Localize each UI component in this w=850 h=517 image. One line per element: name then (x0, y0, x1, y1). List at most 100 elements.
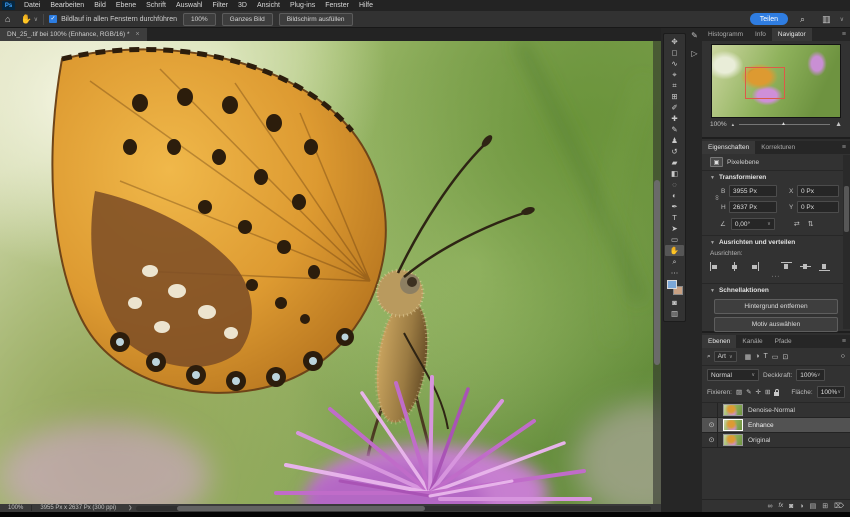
status-zoom-field[interactable]: 100% (0, 505, 32, 511)
tab-info[interactable]: Info (749, 28, 772, 41)
fill-field[interactable]: 100% ∨ (817, 386, 845, 398)
menu-plugins[interactable]: Plug-ins (285, 2, 320, 9)
fit-on-screen-button[interactable]: Ganzes Bild (222, 13, 273, 26)
filter-smart-object-icon[interactable]: ⊡ (782, 353, 788, 361)
healing-brush-tool[interactable]: ✚ (665, 113, 684, 124)
fill-screen-button[interactable]: Bildschirm ausfüllen (279, 13, 353, 26)
quick-mask-icon[interactable]: ◙ (665, 297, 684, 308)
quick-actions-section-header[interactable]: ▼ Schnellaktionen (702, 283, 850, 296)
hand-tool[interactable]: ✋ (665, 245, 684, 256)
link-layers-icon[interactable]: ∞ (767, 503, 772, 510)
menu-schrift[interactable]: Schrift (141, 2, 171, 9)
menu-fenster[interactable]: Fenster (320, 2, 354, 9)
history-brush-tool[interactable]: ↺ (665, 146, 684, 157)
chevron-down-icon[interactable]: ∨ (840, 16, 844, 23)
tab-pfade[interactable]: Pfade (769, 335, 798, 348)
y-field[interactable]: 0 Px (797, 201, 839, 213)
lock-transparent-pixels-icon[interactable]: ▨ (736, 388, 742, 396)
remove-background-button[interactable]: Hintergrund entfernen (714, 299, 838, 314)
move-tool[interactable]: ✥ (665, 36, 684, 47)
menu-bild[interactable]: Bild (89, 2, 111, 9)
align-left-icon[interactable] (710, 262, 721, 271)
screen-mode-icon[interactable]: ▥ (665, 308, 684, 319)
align-right-icon[interactable] (748, 262, 759, 271)
tab-eigenschaften[interactable]: Eigenschaften (702, 141, 755, 154)
canvas-vertical-scrollbar[interactable] (653, 41, 661, 504)
edit-toolbar-icon[interactable]: ⋯ (665, 267, 684, 278)
eraser-tool[interactable]: ▰ (665, 157, 684, 168)
home-icon[interactable]: ⌂ (0, 14, 15, 24)
share-button[interactable]: Teilen (750, 13, 788, 25)
navigator-zoom-field[interactable]: 100% (710, 121, 727, 128)
menu-hilfe[interactable]: Hilfe (354, 2, 378, 9)
lock-all-icon[interactable] (774, 392, 779, 396)
navigator-zoom-slider[interactable]: ▲ (739, 124, 830, 125)
layer-filter-toggle-icon[interactable]: ○ (841, 353, 845, 360)
align-center-horizontal-icon[interactable] (729, 262, 740, 271)
lasso-tool[interactable]: ∿ (665, 58, 684, 69)
layer-row-enhance[interactable]: ⊙ Enhance (702, 418, 850, 433)
height-field[interactable]: 2637 Px (729, 201, 777, 213)
align-middle-vertical-icon[interactable] (800, 262, 811, 271)
zoom-in-icon[interactable]: ▲ (835, 121, 842, 128)
panel-menu-icon[interactable]: ≡ (838, 28, 850, 41)
status-info-arrow-icon[interactable]: ❯ (124, 505, 136, 511)
filter-shape-layers-icon[interactable]: ▭ (772, 353, 779, 361)
select-subject-button[interactable]: Motiv auswählen (714, 317, 838, 332)
actions-panel-icon[interactable]: ▷ (691, 49, 697, 58)
tab-navigator[interactable]: Navigator (772, 28, 812, 41)
layer-thumbnail[interactable] (723, 404, 743, 416)
align-top-icon[interactable] (781, 262, 792, 271)
clone-stamp-tool[interactable]: ♟ (665, 135, 684, 146)
dodge-tool[interactable]: ◐ (665, 190, 684, 201)
zoom-tool[interactable]: ⌕ (665, 256, 684, 267)
flip-horizontal-icon[interactable]: ⇄ (794, 220, 800, 228)
tab-korrekturen[interactable]: Korrekturen (755, 141, 801, 154)
close-icon[interactable]: × (135, 31, 139, 38)
pen-tool[interactable]: ✒ (665, 201, 684, 212)
foreground-color-swatch[interactable] (667, 280, 677, 289)
slider-thumb-icon[interactable]: ▲ (781, 121, 786, 127)
lock-image-pixels-icon[interactable]: ✎ (746, 388, 751, 396)
tab-histogramm[interactable]: Histogramm (702, 28, 749, 41)
layer-row-denoise-normal[interactable]: Denoise-Normal (702, 403, 850, 418)
opacity-field[interactable]: 100% ∨ (796, 369, 824, 381)
tab-kanaele[interactable]: Kanäle (736, 335, 768, 348)
filter-adjustment-layers-icon[interactable]: ◑ (755, 353, 759, 361)
crop-tool[interactable]: ⌗ (665, 80, 684, 91)
scrollbar-thumb[interactable] (654, 180, 660, 365)
new-adjustment-layer-icon[interactable]: ◑ (799, 503, 803, 510)
navigator-view-box[interactable] (745, 67, 785, 99)
new-group-icon[interactable]: ▤ (810, 502, 817, 510)
align-bottom-icon[interactable] (819, 262, 830, 271)
document-tab[interactable]: DN_25_.tif bei 100% (Enhance, RGB/16) * … (0, 28, 147, 41)
layer-thumbnail[interactable] (723, 434, 743, 446)
menu-bearbeiten[interactable]: Bearbeiten (45, 2, 89, 9)
chevron-down-icon[interactable]: ∨ (767, 221, 771, 227)
zoom-100-button[interactable]: 100% (183, 13, 216, 26)
menu-filter[interactable]: Filter (207, 2, 233, 9)
menu-ebene[interactable]: Ebene (111, 2, 141, 9)
panel-scrollbar[interactable] (843, 155, 850, 329)
width-field[interactable]: 3955 Px (729, 185, 777, 197)
lock-artboard-icon[interactable]: ⊞ (765, 388, 770, 396)
new-layer-icon[interactable]: ⊞ (822, 502, 828, 510)
brush-tool[interactable]: ✎ (665, 124, 684, 135)
frame-tool[interactable]: ⊞ (665, 91, 684, 102)
scrollbar-thumb[interactable] (177, 506, 424, 511)
layer-effects-icon[interactable]: fx (778, 503, 783, 509)
filter-type-layers-icon[interactable]: T (763, 353, 767, 361)
type-tool[interactable]: T (665, 212, 684, 223)
object-selection-tool[interactable]: ⌖ (665, 69, 684, 80)
canvas-horizontal-scrollbar[interactable] (136, 506, 651, 511)
x-field[interactable]: 0 Px (797, 185, 839, 197)
gradient-tool[interactable]: ◧ (665, 168, 684, 179)
menu-datei[interactable]: Datei (19, 2, 45, 9)
eyedropper-tool[interactable]: ✐ (665, 102, 684, 113)
panel-menu-icon[interactable]: ≡ (838, 335, 850, 348)
marquee-tool[interactable]: ◻ (665, 47, 684, 58)
lock-position-icon[interactable]: ✛ (756, 388, 761, 396)
menu-ansicht[interactable]: Ansicht (252, 2, 285, 9)
layer-row-original[interactable]: ⊙ Original (702, 433, 850, 448)
align-more-options[interactable]: ∙∙∙ (702, 272, 850, 283)
